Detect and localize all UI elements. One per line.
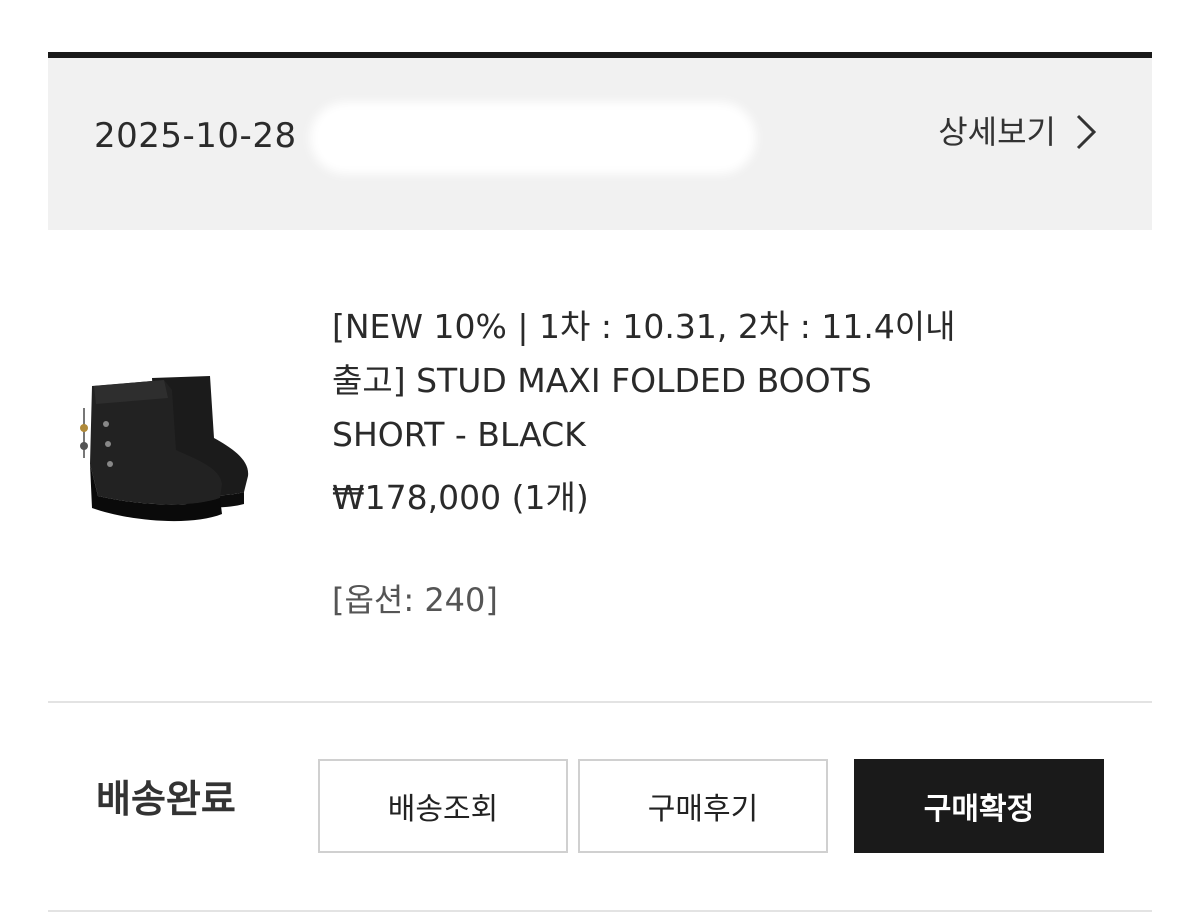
divider xyxy=(48,701,1152,703)
product-name-line-1: [NEW 10% | 1차 : 10.31, 2차 : 11.4이내 xyxy=(332,307,956,346)
order-detail-link[interactable]: 상세보기 xyxy=(938,110,1102,154)
track-delivery-button[interactable]: 배송조회 xyxy=(318,759,568,853)
product-name[interactable]: [NEW 10% | 1차 : 10.31, 2차 : 11.4이내 출고] S… xyxy=(332,300,1032,462)
order-product-item: [NEW 10% | 1차 : 10.31, 2차 : 11.4이내 출고] S… xyxy=(48,230,1152,700)
order-header: 2025-10-28 상세보기 xyxy=(48,58,1152,230)
bottom-divider xyxy=(48,910,1152,912)
product-quantity: (1개) xyxy=(511,478,589,517)
status-row: 배송완료 배송조회 구매후기 구매확정 xyxy=(48,704,1152,910)
product-name-line-3: SHORT - BLACK xyxy=(332,415,586,454)
order-detail-label: 상세보기 xyxy=(938,113,1056,151)
order-date: 2025-10-28 xyxy=(94,116,297,156)
write-review-button[interactable]: 구매후기 xyxy=(578,759,828,853)
product-price-row: ₩178,000 (1개) xyxy=(332,476,1032,520)
chevron-right-icon xyxy=(1076,114,1097,150)
confirm-purchase-button[interactable]: 구매확정 xyxy=(854,759,1104,853)
product-thumbnail[interactable] xyxy=(72,368,252,528)
delivery-status: 배송완료 xyxy=(96,777,236,821)
product-name-line-2: 출고] STUD MAXI FOLDED BOOTS xyxy=(332,361,872,400)
redacted-order-number xyxy=(318,110,748,166)
product-info: [NEW 10% | 1차 : 10.31, 2차 : 11.4이내 출고] S… xyxy=(332,300,1032,622)
product-price: ₩178,000 xyxy=(332,478,502,517)
product-option: [옵션: 240] xyxy=(332,581,498,619)
